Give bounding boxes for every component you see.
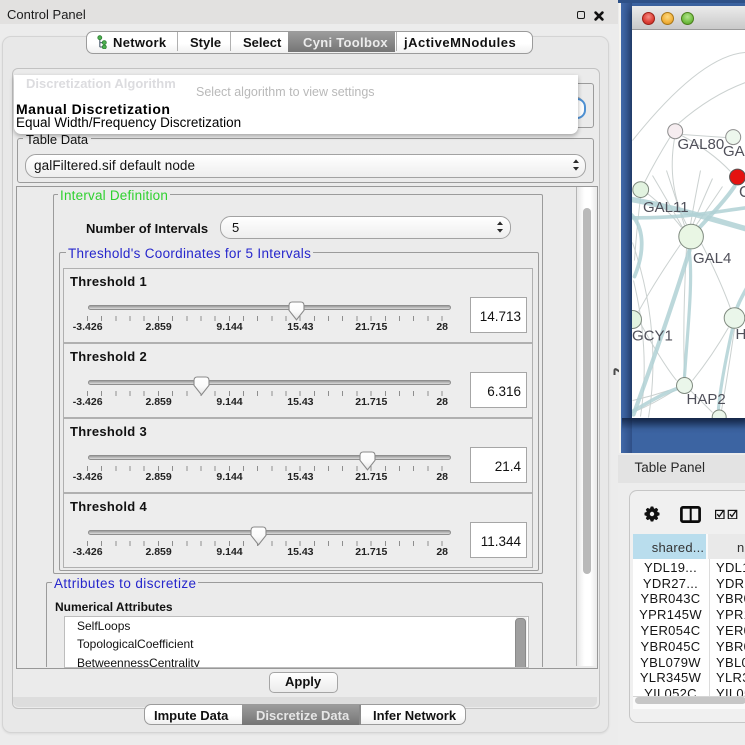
svg-text:GA: GA — [723, 143, 745, 160]
svg-text:GAL80: GAL80 — [677, 136, 724, 153]
svg-text:HAP2: HAP2 — [686, 391, 725, 408]
svg-text:H: H — [735, 326, 745, 343]
svg-text:C: C — [739, 184, 745, 201]
svg-text:GAL11: GAL11 — [643, 199, 689, 216]
svg-text:GCY1: GCY1 — [632, 327, 673, 344]
svg-text:GAL4: GAL4 — [693, 249, 731, 266]
